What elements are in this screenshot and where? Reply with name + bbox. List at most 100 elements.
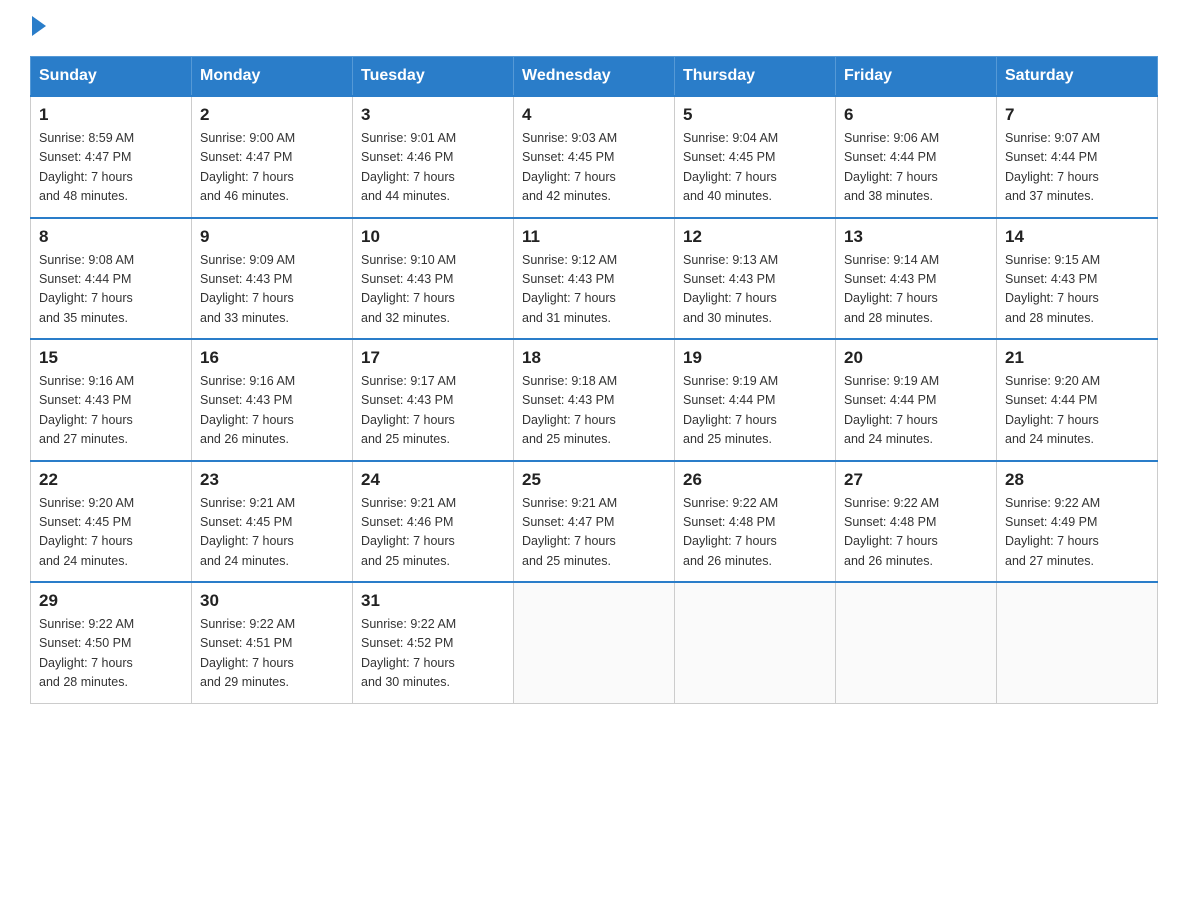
day-info: Sunrise: 9:18 AM Sunset: 4:43 PM Dayligh…: [522, 372, 666, 450]
calendar-table: SundayMondayTuesdayWednesdayThursdayFrid…: [30, 56, 1158, 704]
day-number: 14: [1005, 227, 1149, 247]
day-number: 22: [39, 470, 183, 490]
day-number: 24: [361, 470, 505, 490]
calendar-cell: 11 Sunrise: 9:12 AM Sunset: 4:43 PM Dayl…: [514, 218, 675, 340]
day-number: 11: [522, 227, 666, 247]
day-info: Sunrise: 9:22 AM Sunset: 4:52 PM Dayligh…: [361, 615, 505, 693]
weekday-header-sunday: Sunday: [31, 57, 192, 97]
weekday-header-row: SundayMondayTuesdayWednesdayThursdayFrid…: [31, 57, 1158, 97]
day-number: 1: [39, 105, 183, 125]
calendar-cell: 20 Sunrise: 9:19 AM Sunset: 4:44 PM Dayl…: [836, 339, 997, 461]
day-info: Sunrise: 9:15 AM Sunset: 4:43 PM Dayligh…: [1005, 251, 1149, 329]
day-number: 21: [1005, 348, 1149, 368]
day-number: 26: [683, 470, 827, 490]
day-number: 23: [200, 470, 344, 490]
day-info: Sunrise: 9:10 AM Sunset: 4:43 PM Dayligh…: [361, 251, 505, 329]
calendar-cell: 24 Sunrise: 9:21 AM Sunset: 4:46 PM Dayl…: [353, 461, 514, 583]
day-info: Sunrise: 8:59 AM Sunset: 4:47 PM Dayligh…: [39, 129, 183, 207]
week-row-1: 1 Sunrise: 8:59 AM Sunset: 4:47 PM Dayli…: [31, 96, 1158, 218]
day-number: 17: [361, 348, 505, 368]
calendar-cell: 12 Sunrise: 9:13 AM Sunset: 4:43 PM Dayl…: [675, 218, 836, 340]
day-info: Sunrise: 9:03 AM Sunset: 4:45 PM Dayligh…: [522, 129, 666, 207]
calendar-cell: 31 Sunrise: 9:22 AM Sunset: 4:52 PM Dayl…: [353, 582, 514, 703]
calendar-cell: 4 Sunrise: 9:03 AM Sunset: 4:45 PM Dayli…: [514, 96, 675, 218]
day-info: Sunrise: 9:01 AM Sunset: 4:46 PM Dayligh…: [361, 129, 505, 207]
day-info: Sunrise: 9:22 AM Sunset: 4:51 PM Dayligh…: [200, 615, 344, 693]
weekday-header-friday: Friday: [836, 57, 997, 97]
calendar-cell: 7 Sunrise: 9:07 AM Sunset: 4:44 PM Dayli…: [997, 96, 1158, 218]
day-info: Sunrise: 9:14 AM Sunset: 4:43 PM Dayligh…: [844, 251, 988, 329]
day-info: Sunrise: 9:22 AM Sunset: 4:49 PM Dayligh…: [1005, 494, 1149, 572]
weekday-header-wednesday: Wednesday: [514, 57, 675, 97]
calendar-cell: 26 Sunrise: 9:22 AM Sunset: 4:48 PM Dayl…: [675, 461, 836, 583]
day-number: 28: [1005, 470, 1149, 490]
calendar-cell: 22 Sunrise: 9:20 AM Sunset: 4:45 PM Dayl…: [31, 461, 192, 583]
day-number: 5: [683, 105, 827, 125]
week-row-4: 22 Sunrise: 9:20 AM Sunset: 4:45 PM Dayl…: [31, 461, 1158, 583]
day-info: Sunrise: 9:04 AM Sunset: 4:45 PM Dayligh…: [683, 129, 827, 207]
day-info: Sunrise: 9:07 AM Sunset: 4:44 PM Dayligh…: [1005, 129, 1149, 207]
day-info: Sunrise: 9:09 AM Sunset: 4:43 PM Dayligh…: [200, 251, 344, 329]
logo: [30, 20, 46, 36]
day-number: 9: [200, 227, 344, 247]
day-number: 25: [522, 470, 666, 490]
calendar-cell: 5 Sunrise: 9:04 AM Sunset: 4:45 PM Dayli…: [675, 96, 836, 218]
day-number: 27: [844, 470, 988, 490]
day-info: Sunrise: 9:19 AM Sunset: 4:44 PM Dayligh…: [683, 372, 827, 450]
calendar-cell: 15 Sunrise: 9:16 AM Sunset: 4:43 PM Dayl…: [31, 339, 192, 461]
day-info: Sunrise: 9:08 AM Sunset: 4:44 PM Dayligh…: [39, 251, 183, 329]
day-info: Sunrise: 9:19 AM Sunset: 4:44 PM Dayligh…: [844, 372, 988, 450]
day-number: 8: [39, 227, 183, 247]
day-info: Sunrise: 9:21 AM Sunset: 4:45 PM Dayligh…: [200, 494, 344, 572]
calendar-cell: 29 Sunrise: 9:22 AM Sunset: 4:50 PM Dayl…: [31, 582, 192, 703]
day-number: 31: [361, 591, 505, 611]
day-number: 12: [683, 227, 827, 247]
weekday-header-monday: Monday: [192, 57, 353, 97]
weekday-header-tuesday: Tuesday: [353, 57, 514, 97]
day-number: 3: [361, 105, 505, 125]
day-info: Sunrise: 9:21 AM Sunset: 4:47 PM Dayligh…: [522, 494, 666, 572]
day-info: Sunrise: 9:22 AM Sunset: 4:48 PM Dayligh…: [844, 494, 988, 572]
calendar-cell: 1 Sunrise: 8:59 AM Sunset: 4:47 PM Dayli…: [31, 96, 192, 218]
weekday-header-thursday: Thursday: [675, 57, 836, 97]
day-number: 13: [844, 227, 988, 247]
week-row-5: 29 Sunrise: 9:22 AM Sunset: 4:50 PM Dayl…: [31, 582, 1158, 703]
week-row-2: 8 Sunrise: 9:08 AM Sunset: 4:44 PM Dayli…: [31, 218, 1158, 340]
week-row-3: 15 Sunrise: 9:16 AM Sunset: 4:43 PM Dayl…: [31, 339, 1158, 461]
logo-arrow-icon: [32, 16, 46, 36]
calendar-cell: 3 Sunrise: 9:01 AM Sunset: 4:46 PM Dayli…: [353, 96, 514, 218]
day-info: Sunrise: 9:16 AM Sunset: 4:43 PM Dayligh…: [200, 372, 344, 450]
calendar-cell: 28 Sunrise: 9:22 AM Sunset: 4:49 PM Dayl…: [997, 461, 1158, 583]
calendar-cell: [675, 582, 836, 703]
day-number: 19: [683, 348, 827, 368]
day-number: 15: [39, 348, 183, 368]
calendar-cell: 8 Sunrise: 9:08 AM Sunset: 4:44 PM Dayli…: [31, 218, 192, 340]
calendar-cell: 21 Sunrise: 9:20 AM Sunset: 4:44 PM Dayl…: [997, 339, 1158, 461]
day-number: 20: [844, 348, 988, 368]
day-info: Sunrise: 9:13 AM Sunset: 4:43 PM Dayligh…: [683, 251, 827, 329]
day-info: Sunrise: 9:16 AM Sunset: 4:43 PM Dayligh…: [39, 372, 183, 450]
calendar-cell: 25 Sunrise: 9:21 AM Sunset: 4:47 PM Dayl…: [514, 461, 675, 583]
calendar-cell: 9 Sunrise: 9:09 AM Sunset: 4:43 PM Dayli…: [192, 218, 353, 340]
calendar-cell: 17 Sunrise: 9:17 AM Sunset: 4:43 PM Dayl…: [353, 339, 514, 461]
calendar-cell: 13 Sunrise: 9:14 AM Sunset: 4:43 PM Dayl…: [836, 218, 997, 340]
calendar-cell: [836, 582, 997, 703]
day-info: Sunrise: 9:21 AM Sunset: 4:46 PM Dayligh…: [361, 494, 505, 572]
calendar-cell: 14 Sunrise: 9:15 AM Sunset: 4:43 PM Dayl…: [997, 218, 1158, 340]
calendar-cell: 18 Sunrise: 9:18 AM Sunset: 4:43 PM Dayl…: [514, 339, 675, 461]
day-number: 18: [522, 348, 666, 368]
calendar-cell: 27 Sunrise: 9:22 AM Sunset: 4:48 PM Dayl…: [836, 461, 997, 583]
day-info: Sunrise: 9:12 AM Sunset: 4:43 PM Dayligh…: [522, 251, 666, 329]
calendar-cell: 10 Sunrise: 9:10 AM Sunset: 4:43 PM Dayl…: [353, 218, 514, 340]
day-info: Sunrise: 9:20 AM Sunset: 4:45 PM Dayligh…: [39, 494, 183, 572]
day-info: Sunrise: 9:22 AM Sunset: 4:48 PM Dayligh…: [683, 494, 827, 572]
day-number: 16: [200, 348, 344, 368]
calendar-cell: 2 Sunrise: 9:00 AM Sunset: 4:47 PM Dayli…: [192, 96, 353, 218]
day-info: Sunrise: 9:22 AM Sunset: 4:50 PM Dayligh…: [39, 615, 183, 693]
calendar-cell: [514, 582, 675, 703]
weekday-header-saturday: Saturday: [997, 57, 1158, 97]
day-number: 7: [1005, 105, 1149, 125]
calendar-cell: 30 Sunrise: 9:22 AM Sunset: 4:51 PM Dayl…: [192, 582, 353, 703]
page-header: [30, 20, 1158, 36]
calendar-cell: 16 Sunrise: 9:16 AM Sunset: 4:43 PM Dayl…: [192, 339, 353, 461]
